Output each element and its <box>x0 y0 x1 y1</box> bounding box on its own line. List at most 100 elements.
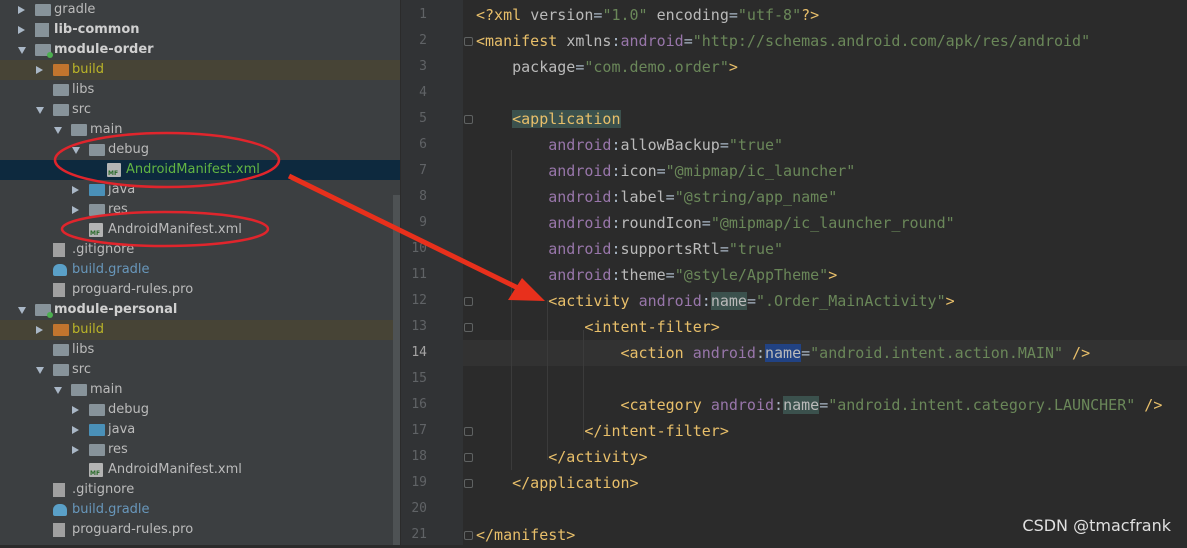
expand-arrow-right-icon[interactable] <box>72 186 79 194</box>
expand-arrow-down-icon[interactable] <box>72 147 80 154</box>
tree-item-proguard-rules-pro[interactable]: proguard-rules.pro <box>0 520 400 540</box>
code-token: > <box>728 58 738 76</box>
tree-item-res[interactable]: res <box>0 200 400 220</box>
code-line[interactable]: <manifest xmlns:android="http://schemas.… <box>476 28 1090 54</box>
code-line[interactable]: </activity> <box>476 444 648 470</box>
tree-item-build[interactable]: build <box>0 320 400 340</box>
code-line[interactable]: android:icon="@mipmap/ic_launcher" <box>476 158 855 184</box>
code-line[interactable]: android:allowBackup="true" <box>476 132 783 158</box>
code-line[interactable]: <intent-filter> <box>476 314 720 340</box>
tree-item-src[interactable]: src <box>0 360 400 380</box>
expand-arrow-right-icon[interactable] <box>72 446 79 454</box>
tree-item-gradle[interactable]: gradle <box>0 0 400 20</box>
fold-marker-icon[interactable] <box>464 297 473 306</box>
fold-marker-icon[interactable] <box>464 37 473 46</box>
fold-marker-icon[interactable] <box>464 323 473 332</box>
code-editor[interactable]: 1 2 3 4 5 6 7 8 9 10 11 12 13 14 15 16 17 18 19 20 21 <?xml … <box>401 0 1187 545</box>
line-number: 13 <box>411 319 427 334</box>
tree-item-debug[interactable]: debug <box>0 140 400 160</box>
tree-item-build-gradle[interactable]: build.gradle <box>0 500 400 520</box>
code-token: = <box>801 344 811 362</box>
tree-item-src[interactable]: src <box>0 100 400 120</box>
expand-arrow-down-icon[interactable] <box>18 47 26 54</box>
code-token: android <box>476 266 612 284</box>
tree-item-debug[interactable]: debug <box>0 400 400 420</box>
expand-arrow-right-icon[interactable] <box>18 6 25 14</box>
tree-item-lib-common[interactable]: lib-common <box>0 20 400 40</box>
tree-item-libs[interactable]: libs <box>0 80 400 100</box>
code-line[interactable]: <category android:name="android.intent.c… <box>476 392 1162 418</box>
line-number: 11 <box>411 267 427 282</box>
tree-item-module-personal[interactable]: module-personal <box>0 300 400 320</box>
code-line[interactable]: android:roundIcon="@mipmap/ic_launcher_r… <box>476 210 954 236</box>
tree-item-res[interactable]: res <box>0 440 400 460</box>
expand-arrow-right-icon[interactable] <box>36 326 43 334</box>
code-token: <intent-filter> <box>476 318 720 336</box>
code-token: name <box>765 344 802 362</box>
fold-marker-icon[interactable] <box>464 427 473 436</box>
code-token: : <box>611 136 621 154</box>
expand-arrow-right-icon[interactable] <box>72 406 79 414</box>
tree-item-label: src <box>72 362 91 377</box>
tree-item-androidmanifest-xml[interactable]: AndroidManifest.xml <box>0 460 400 480</box>
module-icon <box>35 304 53 318</box>
expand-arrow-down-icon[interactable] <box>36 107 44 114</box>
code-line[interactable]: android:theme="@style/AppTheme"> <box>476 262 837 288</box>
tree-item-java[interactable]: java <box>0 420 400 440</box>
expand-arrow-right-icon[interactable] <box>36 66 43 74</box>
tree-item-gitignore[interactable]: .gitignore <box>0 240 400 260</box>
expand-arrow-right-icon[interactable] <box>72 426 79 434</box>
tree-item-label: AndroidManifest.xml <box>108 462 242 477</box>
java-folder-icon <box>89 184 105 196</box>
tree-item-main[interactable]: main <box>0 380 400 400</box>
tree-item-module-order[interactable]: module-order <box>0 40 400 60</box>
tree-item-libs[interactable]: libs <box>0 340 400 360</box>
expand-arrow-down-icon[interactable] <box>18 307 26 314</box>
code-token: "com.demo.order" <box>584 58 729 76</box>
line-number: 5 <box>419 111 427 126</box>
tree-item-build-gradle[interactable]: build.gradle <box>0 260 400 280</box>
manifest-file-icon <box>107 163 121 177</box>
code-token: = <box>746 292 756 310</box>
tree-item-label: main <box>90 122 123 137</box>
code-token: android <box>476 162 612 180</box>
tree-item-gitignore[interactable]: .gitignore <box>0 480 400 500</box>
code-line[interactable]: </manifest> <box>476 522 575 548</box>
tree-item-label: .gitignore <box>72 242 135 257</box>
line-number: 6 <box>419 137 427 152</box>
code-line[interactable]: package="com.demo.order"> <box>476 54 738 80</box>
fold-marker-icon[interactable] <box>464 531 473 540</box>
fold-marker-icon[interactable] <box>464 453 473 462</box>
tree-item-label: libs <box>72 82 95 97</box>
text-file-icon <box>53 523 65 537</box>
code-line[interactable]: <application <box>476 106 621 132</box>
code-token: </activity> <box>476 448 648 466</box>
code-token: <action <box>476 344 693 362</box>
tree-item-main[interactable]: main <box>0 120 400 140</box>
expand-arrow-down-icon[interactable] <box>54 387 62 394</box>
code-token: = <box>719 136 729 154</box>
tree-item-androidmanifest-xml[interactable]: AndroidManifest.xml <box>0 220 400 240</box>
tree-item-build[interactable]: build <box>0 60 400 80</box>
code-line[interactable]: <action android:name="android.intent.act… <box>476 340 1090 366</box>
code-line[interactable]: android:supportsRtl="true" <box>476 236 783 262</box>
code-line[interactable]: </application> <box>476 470 638 496</box>
expand-arrow-right-icon[interactable] <box>72 206 79 214</box>
code-token: "true" <box>728 136 784 154</box>
code-token: "1.0" <box>602 6 648 24</box>
expand-arrow-down-icon[interactable] <box>54 127 62 134</box>
code-token: xmlns <box>566 32 612 50</box>
code-line[interactable]: </intent-filter> <box>476 418 729 444</box>
tree-item-proguard-rules-pro[interactable]: proguard-rules.pro <box>0 280 400 300</box>
project-tree-scrollbar[interactable] <box>393 195 400 545</box>
expand-arrow-right-icon[interactable] <box>18 26 25 34</box>
code-line[interactable]: <?xml version="1.0" encoding="utf-8"?> <box>476 2 819 28</box>
fold-marker-icon[interactable] <box>464 115 473 124</box>
build-folder-icon <box>53 64 69 76</box>
tree-item-java[interactable]: java <box>0 180 400 200</box>
expand-arrow-down-icon[interactable] <box>36 367 44 374</box>
code-line[interactable]: android:label="@string/app_name" <box>476 184 837 210</box>
fold-marker-icon[interactable] <box>464 479 473 488</box>
tree-item-androidmanifest-xml[interactable]: AndroidManifest.xml <box>0 160 400 180</box>
